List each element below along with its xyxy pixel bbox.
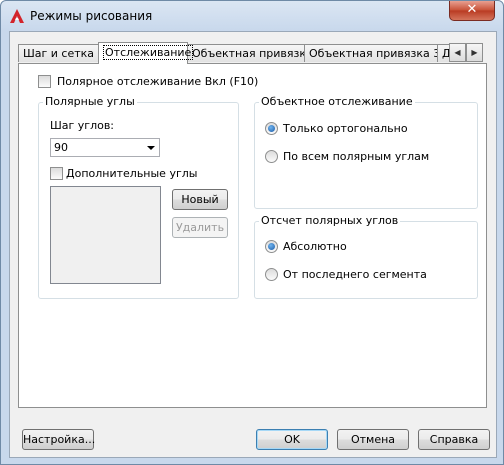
tracking-tab-page: Полярное отслеживание Вкл (F10) Полярные… — [18, 63, 487, 408]
additional-angles-label[interactable]: Дополнительные углы — [66, 167, 197, 180]
absolute-radio[interactable] — [265, 240, 278, 253]
chevron-right-icon: ▶ — [471, 48, 478, 57]
group-title: Объектное отслеживание — [259, 95, 415, 108]
additional-angles-checkbox[interactable] — [50, 167, 63, 180]
dialog-window: Режимы рисования ✕ Шаг и сетка Отслежива… — [0, 0, 504, 465]
close-icon: ✕ — [466, 2, 478, 17]
title-bar[interactable]: Режимы рисования ✕ — [1, 1, 503, 31]
polar-measurement-group: Отсчет полярных углов Абсолютно От после… — [254, 214, 478, 299]
additional-angles-list[interactable] — [50, 186, 161, 284]
tab-label: Объектная привязка 3D — [309, 47, 449, 60]
group-title: Полярные углы — [43, 95, 137, 108]
tab-tracking[interactable]: Отслеживание — [98, 42, 194, 64]
window-title: Режимы рисования — [30, 9, 153, 23]
orthogonal-only-label[interactable]: Только ортогонально — [283, 122, 408, 135]
tab-object-snap-3d[interactable]: Объектная привязка 3D — [304, 44, 449, 62]
angle-step-value: 90 — [54, 141, 68, 154]
absolute-label[interactable]: Абсолютно — [283, 240, 347, 253]
cancel-button[interactable]: Отмена — [337, 429, 409, 450]
tab-label: Объектная привязка — [192, 47, 313, 60]
chevron-down-icon — [147, 146, 155, 150]
tab-label: Шаг и сетка — [23, 47, 95, 60]
ok-button[interactable]: OK — [256, 429, 328, 450]
relative-last-segment-radio[interactable] — [265, 268, 278, 281]
orthogonal-only-radio[interactable] — [265, 122, 278, 135]
new-angle-button[interactable]: Новый — [172, 189, 228, 210]
angle-step-dropdown[interactable]: 90 — [50, 138, 160, 157]
group-title: Отсчет полярных углов — [259, 214, 401, 227]
close-button[interactable]: ✕ — [449, 1, 495, 21]
tab-scroll-right-button[interactable]: ▶ — [466, 43, 483, 62]
object-tracking-group: Объектное отслеживание Только ортогональ… — [254, 95, 478, 209]
settings-button[interactable]: Настройка... — [22, 429, 95, 450]
autocad-logo-icon — [10, 9, 24, 23]
polar-tracking-checkbox[interactable] — [38, 75, 51, 88]
tab-snap-grid[interactable]: Шаг и сетка — [18, 44, 99, 62]
tab-label: Отслеживание — [103, 45, 194, 60]
tab-scroll-left-button[interactable]: ◀ — [449, 43, 466, 62]
tab-strip: Шаг и сетка Отслеживание Объектная привя… — [18, 42, 466, 64]
all-polar-angles-label[interactable]: По всем полярным углам — [283, 150, 429, 163]
delete-angle-button[interactable]: Удалить — [172, 217, 228, 238]
chevron-left-icon: ◀ — [454, 48, 461, 57]
all-polar-angles-radio[interactable] — [265, 150, 278, 163]
polar-tracking-label[interactable]: Полярное отслеживание Вкл (F10) — [57, 75, 258, 88]
tab-object-snap[interactable]: Объектная привязка — [187, 44, 313, 62]
help-button[interactable]: Справка — [418, 429, 490, 450]
angle-step-label: Шаг углов: — [50, 119, 115, 132]
polar-angles-group: Полярные углы Шаг углов: 90 Дополнительн… — [38, 95, 239, 299]
dialog-client-area: Шаг и сетка Отслеживание Объектная привя… — [9, 31, 497, 458]
relative-last-segment-label[interactable]: От последнего сегмента — [283, 268, 427, 281]
